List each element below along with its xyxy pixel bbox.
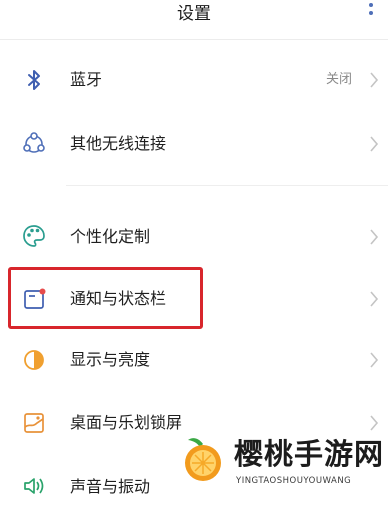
palette-icon [20,222,48,250]
chevron-right-icon [368,350,380,370]
more-options-icon[interactable] [368,3,374,23]
brightness-icon [20,346,48,374]
settings-item-personalization[interactable]: 个性化定制 [0,207,388,267]
settings-item-label: 显示与亮度 [70,350,151,369]
settings-item-label: 其他无线连接 [70,134,167,153]
chevron-right-icon [368,70,380,90]
chevron-right-icon [368,227,380,247]
header-bar: 设置 [0,0,388,34]
page-title: 设置 [177,4,211,24]
highlight-box [8,267,203,329]
watermark: 樱桃手游网 YINGTAOSHOUYOUWANG [176,430,388,499]
chevron-right-icon [368,289,380,309]
watermark-title: 樱桃手游网 [234,437,385,471]
settings-item-label: 桌面与乐划锁屏 [70,413,183,432]
wireless-connection-icon [20,130,48,158]
sound-icon [20,472,48,500]
settings-item-label: 声音与振动 [70,477,151,496]
watermark-subtitle: YINGTAOSHOUYOUWANG [236,476,352,486]
group-divider [66,185,388,186]
bluetooth-status: 关闭 [325,72,352,87]
wallpaper-icon [20,409,48,437]
chevron-right-icon [368,134,380,154]
settings-item-label: 个性化定制 [70,227,151,246]
bluetooth-icon [20,66,48,94]
settings-item-display[interactable]: 显示与亮度 [0,330,388,390]
settings-item-bluetooth[interactable]: 蓝牙 关闭 [0,50,388,110]
settings-item-other-wireless[interactable]: 其他无线连接 [0,114,388,174]
cherry-logo-icon [178,434,228,484]
settings-item-label: 蓝牙 [70,70,103,89]
header-divider [0,39,388,40]
